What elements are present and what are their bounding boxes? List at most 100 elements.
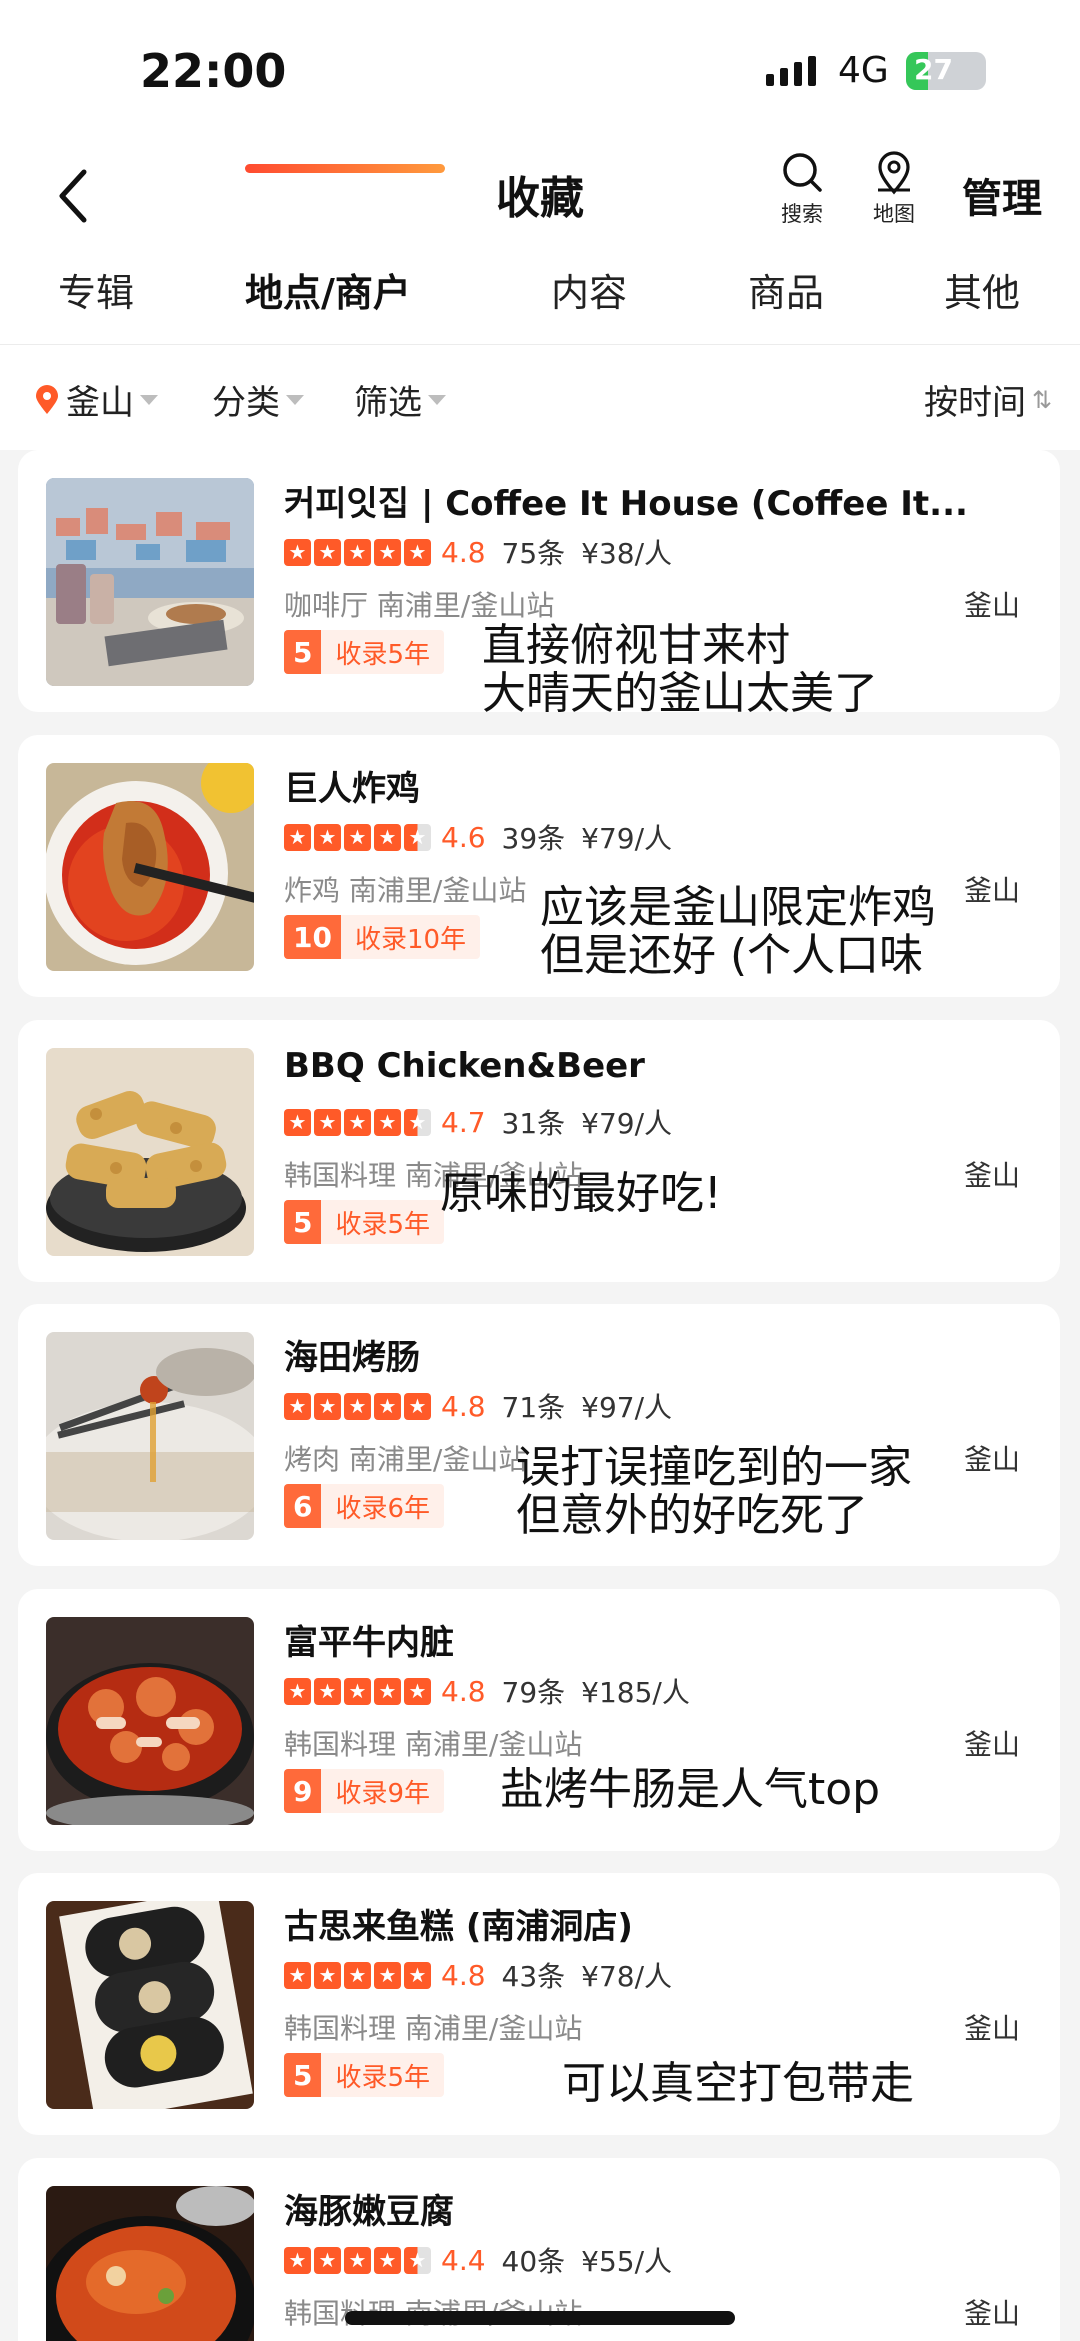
place-category: 咖啡厅 bbox=[284, 589, 369, 622]
review-count: 31条 bbox=[501, 1107, 566, 1140]
tab-places[interactable]: 地点/商户 bbox=[245, 262, 411, 317]
place-meta: 咖啡厅 南浦里/釜山站 bbox=[284, 584, 554, 624]
handwritten-note: 直接俯视甘来村 大晴天的釜山太美了 bbox=[482, 620, 878, 719]
tab-content[interactable]: 内容 bbox=[551, 262, 627, 317]
saved-years-badge: 10 收录10年 bbox=[284, 915, 481, 959]
price-per-person: ¥78/人 bbox=[581, 1960, 673, 1993]
badge-text: 收录10年 bbox=[354, 924, 467, 955]
star-icon: ★ bbox=[344, 538, 371, 566]
place-card[interactable]: BBQ Chicken&Beer ★ ★ ★ ★ ★ 4.7 31条 ¥79/人 韩国料理 南浦里… bbox=[18, 1020, 1060, 1282]
rating-row: ★ ★ ★ ★ ★ 4.6 39条 ¥79/人 bbox=[284, 817, 672, 857]
place-meta: 炸鸡 南浦里/釜山站 bbox=[284, 869, 526, 909]
price-per-person: ¥79/人 bbox=[581, 822, 673, 855]
star-icon: ★ bbox=[284, 1392, 311, 1420]
city-filter[interactable]: 釜山 bbox=[34, 375, 158, 424]
star-icon: ★ bbox=[314, 1677, 341, 1705]
star-icon: ★ bbox=[284, 823, 311, 851]
tab-products[interactable]: 商品 bbox=[748, 262, 824, 317]
rating-row: ★ ★ ★ ★ ★ 4.8 75条 ¥38/人 bbox=[284, 532, 672, 572]
rating-score: 4.4 bbox=[441, 2243, 486, 2277]
place-city: 釜山 bbox=[963, 2012, 1020, 2045]
star-icon: ★ bbox=[314, 1108, 341, 1136]
map-button[interactable]: 地图 bbox=[854, 150, 934, 228]
star-icon: ★ bbox=[314, 2246, 341, 2274]
price-per-person: ¥97/人 bbox=[581, 1391, 673, 1424]
rating-score: 4.8 bbox=[441, 1674, 486, 1708]
filter-bar: 釜山 分类 筛选 按时间 ⇅ bbox=[0, 345, 1080, 450]
star-icon: ★ bbox=[314, 1961, 341, 1989]
star-icon: ★ bbox=[374, 823, 401, 851]
place-category: 韩国料理 bbox=[284, 1728, 397, 1761]
star-icon: ★ bbox=[314, 823, 341, 851]
place-meta: 烤肉 南浦里/釜山站 bbox=[284, 1438, 526, 1478]
sort-icon: ⇅ bbox=[1032, 385, 1053, 414]
star-icon: ★ bbox=[374, 538, 401, 566]
tab-other[interactable]: 其他 bbox=[944, 262, 1020, 317]
review-count: 79条 bbox=[501, 1676, 566, 1709]
star-icon: ★ bbox=[344, 1392, 371, 1420]
rating-score: 4.8 bbox=[441, 535, 486, 569]
beef-tripe-pan-photo bbox=[46, 1617, 254, 1825]
grilled-intestine-photo bbox=[46, 1332, 254, 1540]
badge-number: 9 bbox=[284, 1769, 322, 1813]
badge-text: 收录5年 bbox=[335, 639, 431, 670]
badge-text: 收录5年 bbox=[335, 2062, 431, 2093]
place-city: 釜山 bbox=[963, 1728, 1020, 1761]
star-icon: ★ bbox=[284, 2246, 311, 2274]
badge-number: 5 bbox=[284, 630, 322, 674]
category-filter[interactable]: 分类 bbox=[212, 375, 304, 424]
badge-text: 收录5年 bbox=[335, 1209, 431, 1240]
price-per-person: ¥38/人 bbox=[581, 537, 673, 570]
city-filter-label: 釜山 bbox=[66, 383, 134, 423]
manage-button[interactable]: 管理 bbox=[962, 166, 1042, 224]
star-rating: ★ ★ ★ ★ ★ bbox=[284, 1961, 431, 1989]
handwritten-note: 原味的最好吃! bbox=[440, 1168, 722, 1219]
place-category: 炸鸡 bbox=[284, 874, 341, 907]
place-area: 南浦里/釜山站 bbox=[376, 589, 555, 622]
rating-score: 4.8 bbox=[441, 1958, 486, 1992]
handwritten-note: 盐烤牛肠是人气top bbox=[500, 1764, 881, 1815]
place-name: 커피잇집 | Coffee It House (Coffee It... bbox=[284, 484, 968, 524]
saved-years-badge: 5 收录5年 bbox=[284, 630, 445, 674]
location-pin-icon bbox=[36, 384, 58, 414]
active-tab-indicator bbox=[245, 164, 445, 173]
home-indicator bbox=[345, 2311, 735, 2325]
star-rating: ★ ★ ★ ★ ★ bbox=[284, 1108, 431, 1136]
screen-filter[interactable]: 筛选 bbox=[354, 375, 446, 424]
place-category: 韩国料理 bbox=[284, 2012, 397, 2045]
star-icon: ★ bbox=[374, 1677, 401, 1705]
caret-down-icon bbox=[140, 394, 158, 405]
star-icon: ★ bbox=[284, 1961, 311, 1989]
star-icon: ★ bbox=[374, 1392, 401, 1420]
star-icon: ★ bbox=[404, 1108, 431, 1136]
star-icon: ★ bbox=[374, 1108, 401, 1136]
search-label: 搜索 bbox=[781, 202, 823, 226]
star-icon: ★ bbox=[404, 1961, 431, 1989]
place-name: 巨人炸鸡 bbox=[284, 769, 420, 809]
handwritten-note: 误打误撞吃到的一家 但意外的好吃死了 bbox=[516, 1442, 912, 1541]
rating-row: ★ ★ ★ ★ ★ 4.4 40条 ¥55/人 bbox=[284, 2240, 672, 2280]
badge-number: 5 bbox=[284, 2053, 322, 2097]
star-icon: ★ bbox=[284, 1677, 311, 1705]
tab-albums[interactable]: 专辑 bbox=[58, 262, 134, 317]
saved-years-badge: 6 收录6年 bbox=[284, 1484, 445, 1528]
place-city: 釜山 bbox=[963, 2297, 1020, 2330]
rating-row: ★ ★ ★ ★ ★ 4.8 79条 ¥185/人 bbox=[284, 1671, 690, 1711]
star-rating: ★ ★ ★ ★ ★ bbox=[284, 538, 431, 566]
village-cafe-photo bbox=[46, 478, 254, 686]
handwritten-note: 应该是釜山限定炸鸡 但是还好 (个人口味 bbox=[540, 882, 936, 981]
chicken-basket-photo bbox=[46, 1048, 254, 1256]
place-name: 海豚嫩豆腐 bbox=[284, 2192, 454, 2232]
search-button[interactable]: 搜索 bbox=[762, 150, 842, 228]
place-area: 南浦里/釜山站 bbox=[404, 1728, 583, 1761]
saved-years-badge: 5 收录5年 bbox=[284, 2053, 445, 2097]
caret-down-icon bbox=[428, 394, 446, 405]
map-label: 地图 bbox=[873, 202, 915, 226]
sort-button[interactable]: 按时间 ⇅ bbox=[924, 375, 1052, 424]
rating-score: 4.6 bbox=[441, 820, 486, 854]
status-time: 22:00 bbox=[140, 44, 287, 98]
place-area: 南浦里/釜山站 bbox=[404, 2012, 583, 2045]
header: 收藏 搜索 地图 管理 专辑 地点/商户 内容 商品 其他 bbox=[0, 140, 1080, 345]
star-icon: ★ bbox=[284, 538, 311, 566]
battery-percent: 27 bbox=[914, 53, 953, 86]
